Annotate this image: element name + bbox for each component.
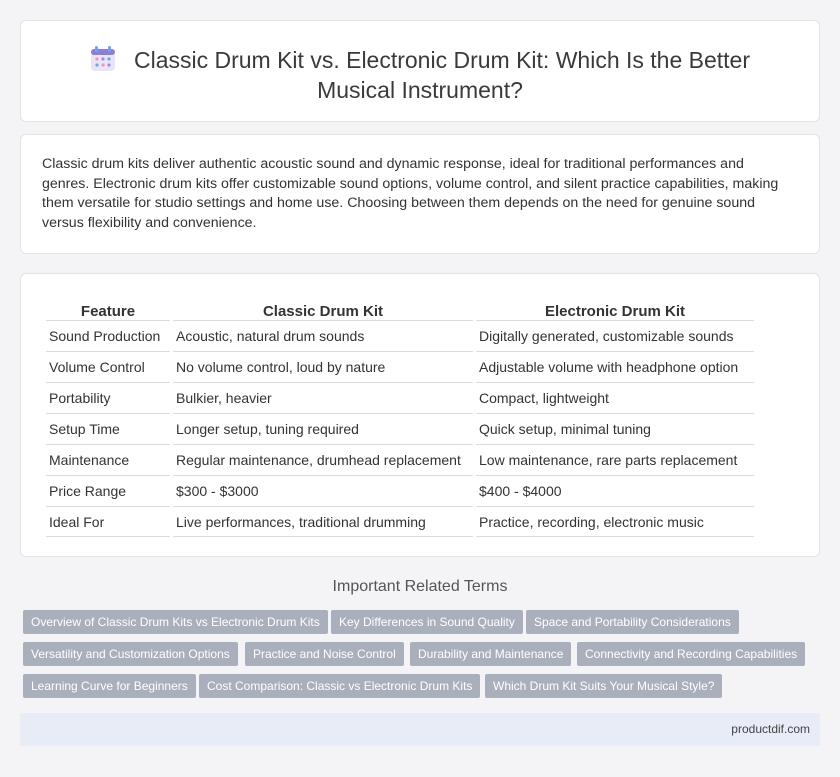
- related-tag[interactable]: Overview of Classic Drum Kits vs Electro…: [23, 610, 328, 634]
- table-row: Portability Bulkier, heavier Compact, li…: [46, 382, 754, 413]
- related-tag[interactable]: Cost Comparison: Classic vs Electronic D…: [199, 674, 481, 698]
- title-card: Classic Drum Kit vs. Electronic Drum Kit…: [20, 20, 820, 122]
- related-tag[interactable]: Versatility and Customization Options: [23, 642, 238, 666]
- classic-cell: Longer setup, tuning required: [173, 413, 473, 444]
- comparison-card: Feature Classic Drum Kit Electronic Drum…: [20, 273, 820, 557]
- comparison-table: Feature Classic Drum Kit Electronic Drum…: [43, 296, 757, 537]
- classic-cell: Acoustic, natural drum sounds: [173, 320, 473, 351]
- electronic-cell: Quick setup, minimal tuning: [476, 413, 754, 444]
- table-row: Ideal For Live performances, traditional…: [46, 506, 754, 537]
- electronic-cell: Adjustable volume with headphone option: [476, 351, 754, 382]
- feature-cell: Ideal For: [46, 506, 170, 537]
- page-title-text: Classic Drum Kit vs. Electronic Drum Kit…: [133, 47, 751, 103]
- intro-card: Classic drum kits deliver authentic acou…: [20, 134, 820, 254]
- feature-cell: Sound Production: [46, 320, 170, 351]
- feature-cell: Maintenance: [46, 444, 170, 475]
- table-row: Maintenance Regular maintenance, drumhea…: [46, 444, 754, 475]
- intro-paragraph: Classic drum kits deliver authentic acou…: [42, 156, 779, 231]
- feature-cell: Setup Time: [46, 413, 170, 444]
- page-title: Classic Drum Kit vs. Electronic Drum Kit…: [21, 45, 819, 105]
- related-terms-title: Important Related Terms: [332, 578, 508, 595]
- classic-cell: $300 - $3000: [173, 475, 473, 506]
- header-electronic: Electronic Drum Kit: [544, 303, 686, 320]
- related-tag[interactable]: Connectivity and Recording Capabilities: [577, 642, 806, 666]
- electronic-cell: Low maintenance, rare parts replacement: [476, 444, 754, 475]
- electronic-cell: Digitally generated, customizable sounds: [476, 320, 754, 351]
- feature-cell: Portability: [46, 382, 170, 413]
- table-row: Setup Time Longer setup, tuning required…: [46, 413, 754, 444]
- feature-cell: Volume Control: [46, 351, 170, 382]
- feature-cell: Price Range: [46, 475, 170, 506]
- electronic-cell: Practice, recording, electronic music: [476, 506, 754, 537]
- related-tag[interactable]: Durability and Maintenance: [410, 642, 572, 666]
- header-classic: Classic Drum Kit: [262, 303, 384, 320]
- classic-cell: Live performances, traditional drumming: [173, 506, 473, 537]
- site-credit[interactable]: productdif.com: [731, 722, 810, 736]
- related-tag[interactable]: Space and Portability Considerations: [526, 610, 739, 634]
- electronic-cell: $400 - $4000: [476, 475, 754, 506]
- footer: productdif.com: [20, 713, 820, 746]
- related-tag[interactable]: Key Differences in Sound Quality: [331, 610, 523, 634]
- related-tag[interactable]: Learning Curve for Beginners: [23, 674, 196, 698]
- table-row: Sound Production Acoustic, natural drum …: [46, 320, 754, 351]
- table-header-row: Feature Classic Drum Kit Electronic Drum…: [46, 296, 754, 320]
- classic-cell: Regular maintenance, drumhead replacemen…: [173, 444, 473, 475]
- table-row: Volume Control No volume control, loud b…: [46, 351, 754, 382]
- related-tag[interactable]: Which Drum Kit Suits Your Musical Style?: [485, 674, 723, 698]
- classic-cell: No volume control, loud by nature: [173, 351, 473, 382]
- electronic-cell: Compact, lightweight: [476, 382, 754, 413]
- calendar-grid-icon: [90, 46, 115, 71]
- related-tag[interactable]: Practice and Noise Control: [245, 642, 404, 666]
- classic-cell: Bulkier, heavier: [173, 382, 473, 413]
- table-row: Price Range $300 - $3000 $400 - $4000: [46, 475, 754, 506]
- header-feature: Feature: [80, 303, 136, 320]
